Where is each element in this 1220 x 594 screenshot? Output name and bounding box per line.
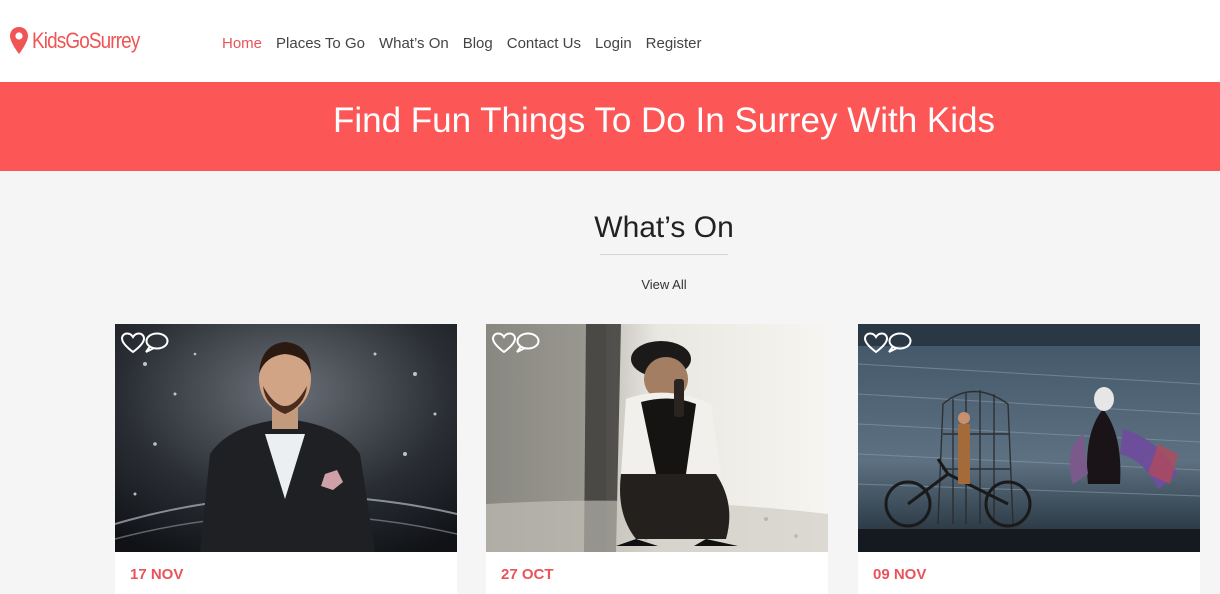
section-title: What’s On xyxy=(594,211,734,244)
nav-contact-us[interactable]: Contact Us xyxy=(507,34,581,54)
event-date: 17 NOV xyxy=(130,566,184,583)
site-logo[interactable]: KidsGoSurrey xyxy=(9,26,157,56)
comment-icon[interactable] xyxy=(514,331,540,360)
site-header: KidsGoSurrey Home Places To Go What’s On… xyxy=(0,0,1220,82)
card-actions xyxy=(120,331,169,360)
nav-login[interactable]: Login xyxy=(595,34,632,54)
nav-blog[interactable]: Blog xyxy=(463,34,493,54)
comment-icon[interactable] xyxy=(143,331,169,360)
map-pin-icon xyxy=(10,27,28,54)
card-actions xyxy=(491,331,540,360)
title-divider xyxy=(600,254,728,255)
nav-places-to-go[interactable]: Places To Go xyxy=(276,34,365,54)
card-actions xyxy=(863,331,912,360)
comment-icon[interactable] xyxy=(886,331,912,360)
hero-banner: Find Fun Things To Do In Surrey With Kid… xyxy=(0,82,1220,171)
view-all-link[interactable]: View All xyxy=(0,277,1220,293)
nav-whats-on[interactable]: What’s On xyxy=(379,34,449,54)
banner-title: Find Fun Things To Do In Surrey With Kid… xyxy=(332,101,996,140)
nav-home[interactable]: Home xyxy=(222,34,262,54)
nav-register[interactable]: Register xyxy=(646,34,702,54)
event-card[interactable]: 27 OCT xyxy=(486,324,828,594)
event-date: 09 NOV xyxy=(873,566,927,583)
event-card[interactable]: 17 NOV xyxy=(115,324,457,594)
logo-text: KidsGoSurrey xyxy=(32,28,140,53)
event-date: 27 OCT xyxy=(501,566,554,583)
main-nav: Home Places To Go What’s On Blog Contact… xyxy=(222,34,716,54)
event-card[interactable]: 09 NOV xyxy=(858,324,1200,594)
